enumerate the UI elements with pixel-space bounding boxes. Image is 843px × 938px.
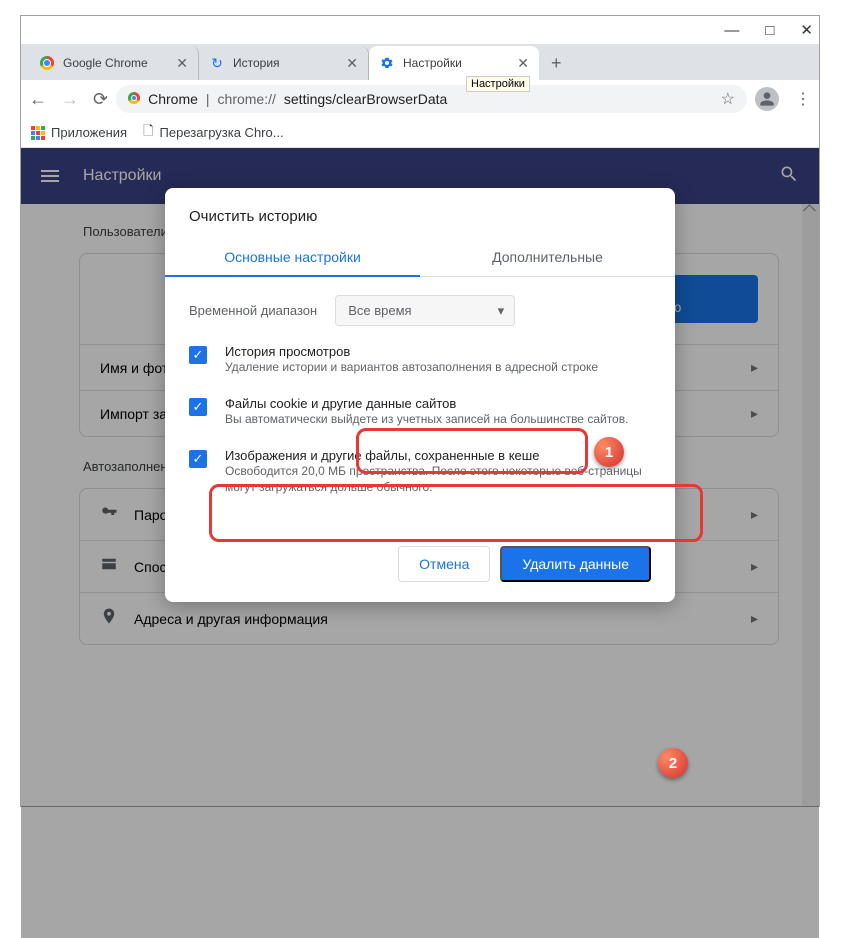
- url-prefix: chrome://: [218, 91, 276, 107]
- tab-google-chrome[interactable]: Google Chrome ✕: [29, 46, 199, 80]
- site-info-icon[interactable]: [128, 92, 140, 107]
- option-title: Изображения и другие файлы, сохраненные …: [225, 448, 651, 463]
- tab-label: Google Chrome: [63, 56, 148, 70]
- profile-avatar-icon[interactable]: [755, 87, 779, 111]
- new-tab-button[interactable]: +: [539, 47, 574, 80]
- window-titlebar: — □ ✕: [21, 16, 819, 44]
- bookmark-item[interactable]: 🗋 Перезагрузка Chro...: [143, 122, 284, 144]
- time-range-label: Временной диапазон: [189, 303, 317, 318]
- chrome-logo-icon: [39, 55, 55, 71]
- checkbox-checked-icon[interactable]: ✓: [189, 346, 207, 364]
- url-separator: |: [206, 91, 210, 107]
- dialog-title: Очистить историю: [165, 208, 675, 239]
- menu-dots-icon[interactable]: ⋮: [795, 89, 811, 109]
- time-range-select[interactable]: Все время: [335, 295, 515, 326]
- option-subtitle: Освободится 20,0 МБ пространства. После …: [225, 463, 651, 497]
- tab-strip: Google Chrome ✕ ↻ История ✕ Настройки ✕ …: [21, 44, 819, 80]
- forward-button[interactable]: →: [61, 89, 79, 110]
- option-cookies[interactable]: ✓ Файлы cookie и другие данные сайтов Вы…: [165, 386, 675, 438]
- cancel-button[interactable]: Отмена: [398, 546, 490, 582]
- annotation-bubble-2: 2: [658, 748, 688, 778]
- close-button[interactable]: ✕: [800, 21, 813, 39]
- toolbar-right: ⋮: [755, 87, 811, 111]
- page-icon: 🗋: [143, 122, 153, 144]
- tab-settings[interactable]: Настройки ✕: [369, 46, 539, 80]
- tab-label: Настройки: [403, 56, 462, 70]
- tab-close-icon[interactable]: ✕: [176, 55, 188, 72]
- dialog-tabs: Основные настройки Дополнительные: [165, 239, 675, 277]
- delete-data-button[interactable]: Удалить данные: [500, 546, 651, 582]
- apps-grid-icon: [31, 126, 45, 140]
- back-button[interactable]: ←: [29, 89, 47, 110]
- option-title: История просмотров: [225, 344, 598, 359]
- url-chrome-label: Chrome: [148, 91, 198, 107]
- reload-button[interactable]: ⟳: [93, 89, 108, 110]
- tab-label: История: [233, 56, 280, 70]
- tab-advanced[interactable]: Дополнительные: [420, 239, 675, 277]
- tab-basic[interactable]: Основные настройки: [165, 239, 420, 277]
- option-subtitle: Вы автоматически выйдете из учетных запи…: [225, 411, 628, 428]
- dialog-actions: Отмена Удалить данные: [165, 506, 675, 582]
- maximize-button[interactable]: □: [765, 22, 774, 39]
- settings-page: Настройки Пользователи Интеллектуальные …: [21, 148, 819, 938]
- url-path: settings/clearBrowserData: [284, 91, 447, 107]
- minimize-button[interactable]: —: [724, 22, 739, 39]
- clear-data-dialog: Очистить историю Основные настройки Допо…: [165, 188, 675, 602]
- annotation-bubble-1: 1: [594, 437, 624, 467]
- toolbar: ← → ⟳ Chrome | chrome:// settings/clearBr…: [21, 80, 819, 118]
- time-range-row: Временной диапазон Все время: [165, 277, 675, 334]
- modal-backdrop: Очистить историю Основные настройки Допо…: [21, 148, 819, 938]
- tab-tooltip: Настройки: [466, 76, 530, 92]
- tab-history[interactable]: ↻ История ✕: [199, 46, 369, 80]
- checkbox-checked-icon[interactable]: ✓: [189, 398, 207, 416]
- browser-window: — □ ✕ Google Chrome ✕ ↻ История ✕ Настро…: [20, 15, 820, 807]
- apps-shortcut[interactable]: Приложения: [31, 125, 127, 140]
- address-bar[interactable]: Chrome | chrome:// settings/clearBrowserD…: [116, 85, 747, 113]
- option-subtitle: Удаление истории и вариантов автозаполне…: [225, 359, 598, 376]
- tab-close-icon[interactable]: ✕: [517, 55, 529, 72]
- nav-buttons: ← → ⟳: [29, 89, 108, 110]
- bookmarks-bar: Приложения 🗋 Перезагрузка Chro...: [21, 118, 819, 148]
- checkbox-checked-icon[interactable]: ✓: [189, 450, 207, 468]
- gear-icon: [379, 55, 395, 71]
- option-title: Файлы cookie и другие данные сайтов: [225, 396, 628, 411]
- bookmark-label: Перезагрузка Chro...: [160, 125, 284, 140]
- tab-close-icon[interactable]: ✕: [346, 55, 358, 72]
- bookmark-star-icon[interactable]: ☆: [721, 89, 735, 109]
- apps-label: Приложения: [51, 125, 127, 140]
- history-icon: ↻: [209, 55, 225, 71]
- option-browsing-history[interactable]: ✓ История просмотров Удаление истории и …: [165, 334, 675, 386]
